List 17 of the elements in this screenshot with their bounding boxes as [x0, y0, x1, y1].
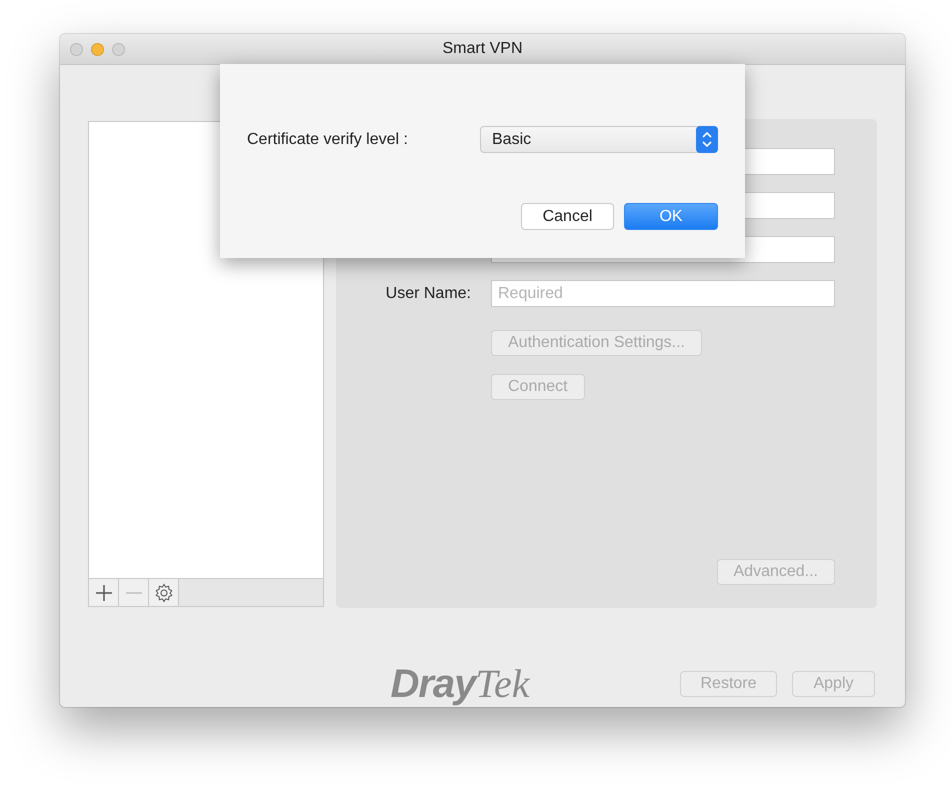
gear-button[interactable]: [149, 579, 179, 606]
window-control[interactable]: [70, 42, 83, 56]
dialog-button[interactable]: Cancel: [521, 203, 614, 230]
gear-icon: [154, 582, 174, 602]
field-label: User Name:: [384, 284, 471, 302]
window-control[interactable]: [91, 42, 104, 56]
field-label: Certificate verify level :: [247, 130, 408, 148]
minus-icon: [124, 590, 142, 594]
dialog-button[interactable]: OK: [624, 203, 718, 230]
user-name-field[interactable]: Required: [491, 280, 835, 307]
stepper-icon: [696, 126, 718, 153]
window-control[interactable]: [112, 42, 125, 56]
window-title: Smart VPN: [442, 40, 522, 58]
logo: Dray: [390, 662, 476, 707]
add-button[interactable]: [89, 579, 119, 606]
level-select[interactable]: Basic: [480, 126, 718, 153]
plus-icon: [94, 584, 112, 602]
